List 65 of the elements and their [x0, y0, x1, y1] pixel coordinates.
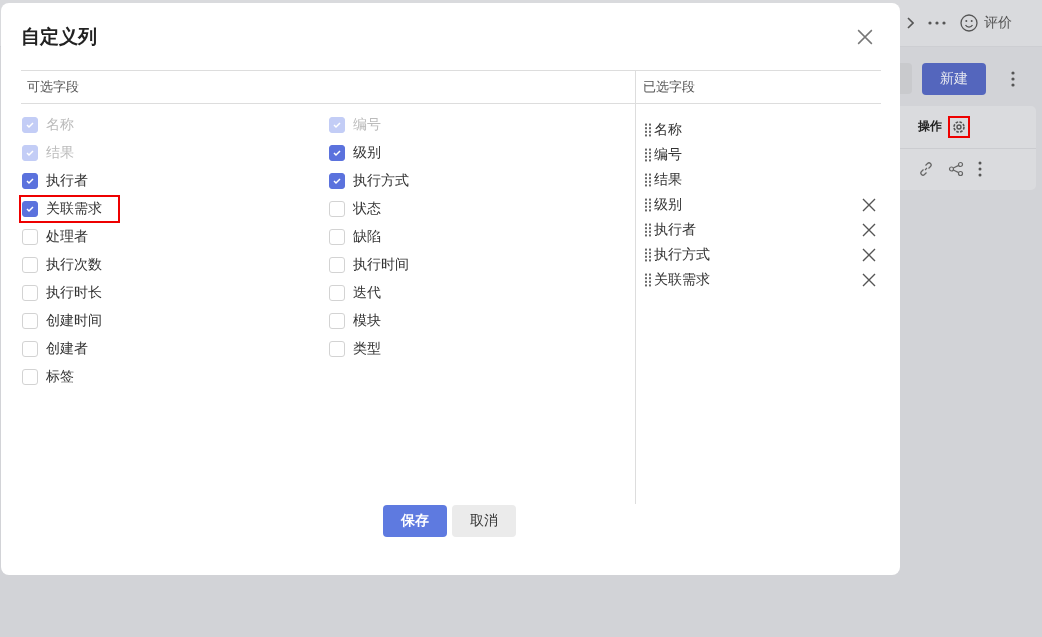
- checkmark-icon: [25, 204, 35, 214]
- checkmark-icon: [25, 176, 35, 186]
- checkbox-label: 状态: [353, 200, 381, 218]
- search-field[interactable]: [900, 63, 912, 94]
- checkbox-label: 缺陷: [353, 228, 381, 246]
- review-link[interactable]: 评价: [984, 14, 1012, 32]
- save-button[interactable]: 保存: [382, 505, 447, 537]
- checkbox-label: 标签: [46, 368, 74, 386]
- new-button[interactable]: 新建: [922, 62, 986, 95]
- column-header: 操作: [918, 118, 942, 136]
- checkbox[interactable]: [22, 201, 38, 217]
- drag-handle-icon[interactable]: [644, 272, 652, 287]
- more-vertical-icon[interactable]: [1011, 70, 1015, 87]
- drag-handle-icon[interactable]: [644, 147, 652, 162]
- checkbox-label: 创建者: [46, 340, 88, 358]
- remove-button[interactable]: [862, 272, 876, 287]
- checkmark-icon: [332, 148, 342, 158]
- checkbox-label: 处理者: [46, 228, 88, 246]
- dialog-title: 自定义列: [21, 25, 97, 49]
- selected-field-label: 编号: [654, 145, 683, 164]
- selected-field-label: 关联需求: [654, 270, 711, 289]
- checkbox-label: 类型: [353, 340, 381, 358]
- checkmark-icon: [25, 148, 35, 158]
- checkbox-label: 迭代: [353, 284, 381, 302]
- checkbox-label: 创建时间: [46, 312, 102, 330]
- checkbox-label: 关联需求: [46, 200, 102, 218]
- checkbox-label: 执行次数: [46, 256, 102, 274]
- cancel-button[interactable]: 取消: [451, 505, 516, 537]
- selected-field-label: 级别: [654, 195, 683, 214]
- checkmark-icon: [332, 120, 342, 130]
- drag-handle-icon[interactable]: [644, 247, 652, 262]
- drag-handle-icon[interactable]: [644, 222, 652, 237]
- link-icon[interactable]: [918, 161, 934, 178]
- share-icon[interactable]: [948, 161, 964, 178]
- chevron-right-icon[interactable]: [906, 17, 914, 29]
- checkbox-label: 执行方式: [353, 172, 409, 190]
- remove-button[interactable]: [862, 247, 876, 262]
- selected-field-label: 名称: [654, 120, 683, 139]
- selected-field-label: 执行方式: [654, 245, 711, 264]
- checkmark-icon: [25, 120, 35, 130]
- section-heading: 可选字段: [27, 78, 79, 96]
- checkbox-label: 执行时长: [46, 284, 102, 302]
- checkbox-label: 模块: [353, 312, 381, 330]
- checkmark-icon: [332, 176, 342, 186]
- checkbox[interactable]: [329, 145, 345, 161]
- checkbox-label: 执行时间: [353, 256, 409, 274]
- more-icon[interactable]: [928, 21, 946, 25]
- selected-field-label: 结果: [654, 170, 683, 189]
- drag-handle-icon[interactable]: [644, 197, 652, 212]
- more-vertical-icon[interactable]: [978, 161, 982, 178]
- smiley-icon[interactable]: [960, 14, 978, 32]
- close-button[interactable]: [857, 29, 873, 45]
- checkbox-label: 名称: [46, 116, 74, 134]
- drag-handle-icon[interactable]: [644, 122, 652, 137]
- checkbox[interactable]: [22, 173, 38, 189]
- checkbox-label: 结果: [46, 144, 74, 162]
- checkbox[interactable]: [329, 173, 345, 189]
- checkbox-label: 编号: [353, 116, 381, 134]
- checkbox-label: 执行者: [46, 172, 88, 190]
- checkbox-label: 级别: [353, 144, 381, 162]
- selected-field-label: 执行者: [654, 220, 697, 239]
- remove-button[interactable]: [862, 222, 876, 237]
- drag-handle-icon[interactable]: [644, 172, 652, 187]
- remove-button[interactable]: [862, 197, 876, 212]
- section-heading: 已选字段: [643, 78, 695, 96]
